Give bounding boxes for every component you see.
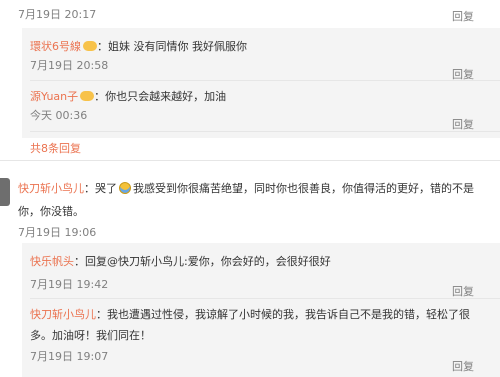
vip-badge-icon	[80, 91, 95, 101]
sub-reply-time: 7月19日 19:42	[30, 278, 109, 291]
divider	[30, 131, 500, 132]
divider	[30, 80, 500, 81]
sub-reply-text: 多。加油呀！我们同在！	[30, 329, 151, 342]
sub-reply-item: 快刀斩小鸟儿：我也遭遇过性侵，我谅解了小时候的我，我告诉自己不是我的错，轻松了很	[30, 308, 470, 321]
sub-reply-text: 我也遭遇过性侵，我谅解了小时候的我，我告诉自己不是我的错，轻松了很	[107, 308, 470, 321]
sub-reply-item: 環状6号線 ：姐妹 没有同情你 我好佩服你	[30, 40, 247, 53]
sub-reply-username[interactable]: 快乐帆头	[30, 255, 74, 268]
comment-text-line: 你，你没错。	[18, 205, 84, 218]
sub-reply-text: 回复@快刀斩小鸟儿:爱你，你会好的，会很好很好	[85, 255, 331, 268]
divider	[30, 298, 500, 299]
reply-button[interactable]: 回复	[452, 283, 474, 299]
comment-username[interactable]: 快刀斩小鸟儿	[18, 182, 84, 195]
sub-reply-time: 今天 00:36	[30, 109, 88, 122]
sub-reply-time: 7月19日 20:58	[30, 59, 109, 72]
avatar[interactable]	[0, 178, 10, 206]
crying-emoji-icon	[119, 182, 131, 194]
comment-text-prefix: 哭了	[95, 182, 117, 195]
comment-time: 7月19日 19:06	[18, 226, 97, 239]
reply-button[interactable]: 回复	[452, 358, 474, 374]
divider	[0, 160, 500, 161]
sub-reply-username[interactable]: 源Yuan子	[30, 90, 78, 103]
sub-reply-username[interactable]: 環状6号線	[30, 40, 81, 53]
more-replies-link[interactable]: 共8条回复	[30, 140, 81, 156]
comment-body: 快刀斩小鸟儿：哭了 我感受到你很痛苦绝望，同时你也很善良，你值得活的更好，错的不是	[18, 182, 474, 195]
sub-reply-username[interactable]: 快刀斩小鸟儿	[30, 308, 96, 321]
sub-reply-item: 快乐帆头：回复@快刀斩小鸟儿:爱你，你会好的，会很好很好	[30, 255, 331, 268]
comment-text-line: 我感受到你很痛苦绝望，同时你也很善良，你值得活的更好，错的不是	[133, 182, 474, 195]
sub-reply-text: 姐妹 没有同情你 我好佩服你	[108, 40, 247, 53]
comment-time: 7月19日 20:17	[18, 8, 97, 21]
reply-button[interactable]: 回复	[452, 8, 474, 24]
sub-reply-item: 源Yuan子 ：你也只会越来越好，加油	[30, 90, 227, 103]
sub-reply-text: 你也只会越来越好，加油	[105, 90, 227, 103]
vip-badge-icon	[83, 41, 97, 51]
reply-button[interactable]: 回复	[452, 116, 474, 132]
sub-reply-time: 7月19日 19:07	[30, 350, 109, 363]
